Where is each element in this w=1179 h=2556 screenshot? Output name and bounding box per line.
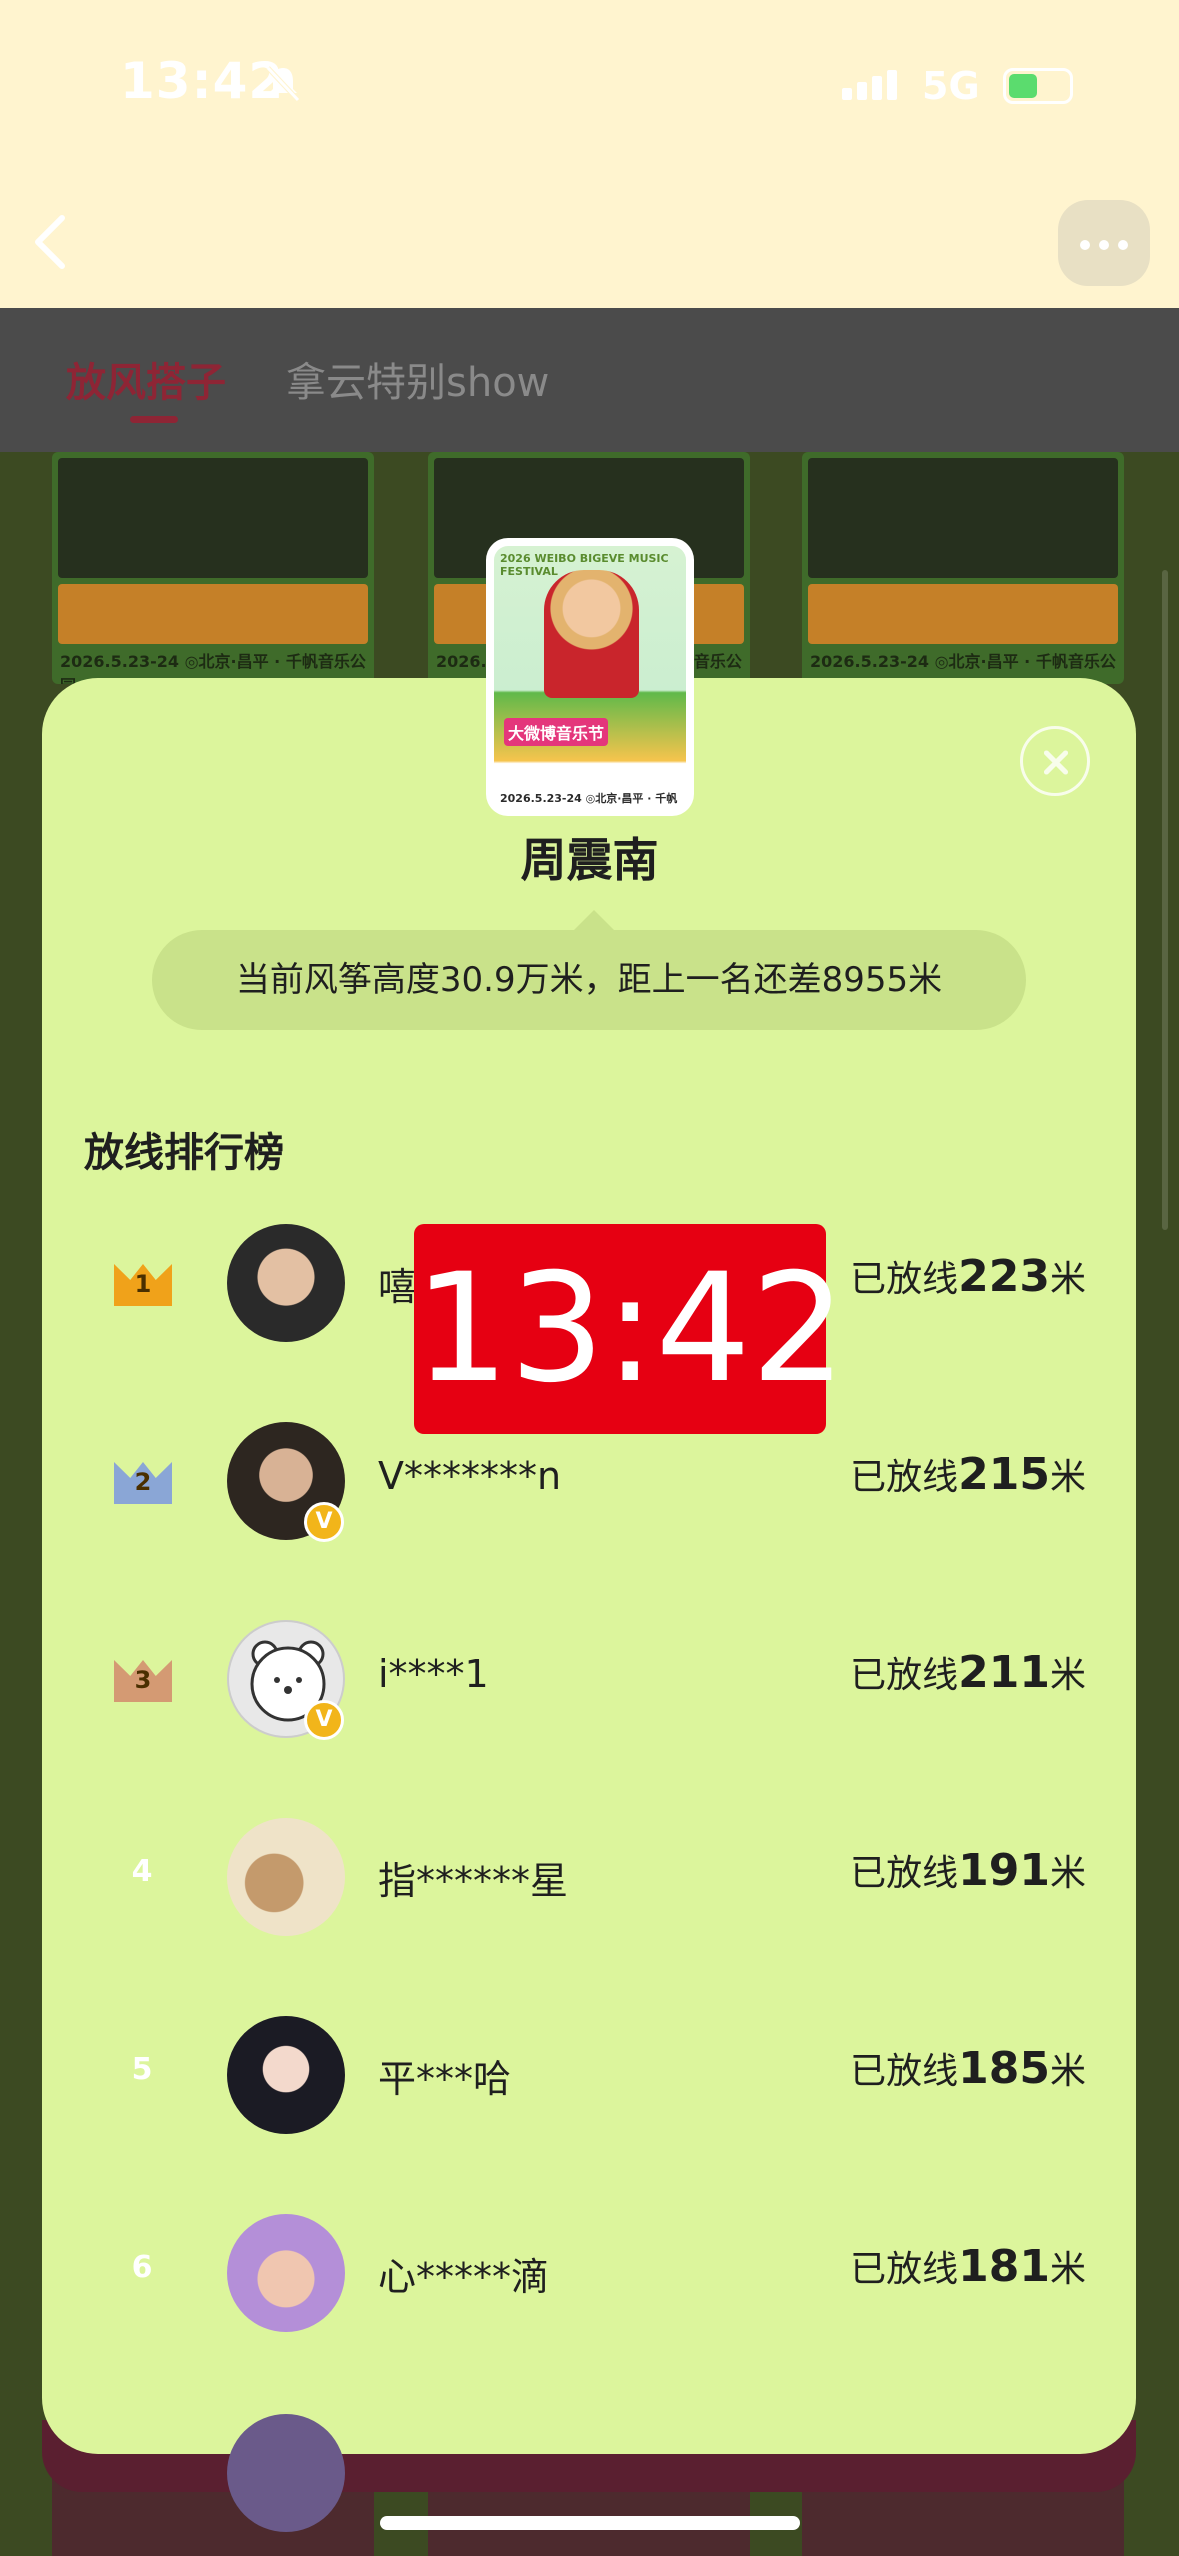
user-name: V*******n (378, 1454, 562, 1498)
distance-text: 已放线181米 (850, 2241, 1086, 2292)
status-time: 13:42 (120, 52, 285, 110)
leaderboard-row[interactable]: 4 指******星 已放线191米 (42, 1782, 1136, 1980)
card-date: 2026.5.23-24 ◎北京·昌平 · 千帆音乐公园 (500, 792, 678, 805)
user-name: 心*****滴 (378, 2255, 550, 2299)
verified-icon: V (304, 1700, 344, 1740)
bubble-tail (572, 910, 616, 932)
background-poster: 2026.5.23-24 ◎北京·昌平 · 千帆音乐公园 (802, 452, 1124, 684)
distance-text: 已放线211米 (850, 1647, 1086, 1698)
background-poster: 2026.5.23-24 ◎北京·昌平 · 千帆音乐公园 (52, 452, 374, 684)
rank-number: 2 (134, 1468, 152, 1496)
scrollbar[interactable] (1162, 570, 1168, 1230)
home-indicator[interactable] (380, 2516, 800, 2530)
avatar[interactable] (227, 1818, 345, 1936)
rank-badge: 4 (112, 1854, 172, 1898)
leaderboard-row[interactable]: 3 V i****1 已放线211米 (42, 1584, 1136, 1782)
festival-logo: 大微博音乐节 (504, 718, 609, 746)
user-name: 指******星 (378, 1859, 569, 1903)
bell-muted-icon (266, 66, 300, 102)
kite-info-bubble: 当前风筝高度30.9万米，距上一名还差8955米 (152, 930, 1026, 1030)
tab-fangfeng[interactable]: 放风搭子 (66, 350, 226, 423)
user-name: i****1 (378, 1652, 489, 1696)
star-photo (544, 570, 639, 698)
tab-bar: 放风搭子 拿云特别show (0, 308, 1179, 452)
user-name: 平***哈 (378, 2057, 512, 2101)
avatar[interactable] (227, 2414, 345, 2532)
network-label: 5G (922, 64, 980, 108)
leaderboard-row[interactable]: 5 平***哈 已放线185米 (42, 1980, 1136, 2178)
avatar[interactable] (227, 2016, 345, 2134)
tab-nayun-show[interactable]: 拿云特别show (286, 350, 549, 408)
verified-icon: V (304, 1502, 344, 1542)
star-name: 周震南 (520, 833, 659, 887)
user-name: 嘻 (378, 1265, 417, 1309)
rank-number: 3 (134, 1666, 152, 1694)
top-bar: 13:42 5G (0, 0, 1179, 308)
leaderboard-title: 放线排行榜 (84, 1130, 284, 1176)
rank-number: 5 (131, 2052, 153, 2087)
leaderboard-row[interactable]: 6 心*****滴 已放线181米 (42, 2178, 1136, 2376)
tab-underline (130, 416, 178, 423)
avatar[interactable] (227, 1224, 345, 1342)
distance-text: 已放线223米 (850, 1251, 1086, 1302)
battery-icon (1003, 68, 1073, 104)
rank-number: 1 (134, 1270, 152, 1298)
avatar[interactable] (227, 2214, 345, 2332)
rank-badge: 5 (112, 2052, 172, 2096)
star-card[interactable]: 2026 WEIBO BIGEVE MUSIC FESTIVAL 大微博音乐节 … (486, 538, 694, 816)
rank-number: 6 (131, 2250, 153, 2285)
back-icon[interactable] (30, 212, 70, 272)
distance-text: 已放线185米 (850, 2043, 1086, 2094)
rank-badge: 6 (112, 2250, 172, 2294)
clock-overlay: 13:42 (414, 1224, 846, 1434)
tab-label: 放风搭子 (66, 360, 226, 406)
rank-number: 4 (131, 1854, 153, 1889)
more-button[interactable] (1058, 200, 1150, 286)
signal-icon (842, 70, 902, 100)
distance-text: 已放线191米 (850, 1845, 1086, 1896)
distance-text: 已放线215米 (850, 1449, 1086, 1500)
tab-label: 拿云特别show (286, 360, 550, 406)
close-button[interactable] (1020, 726, 1090, 796)
